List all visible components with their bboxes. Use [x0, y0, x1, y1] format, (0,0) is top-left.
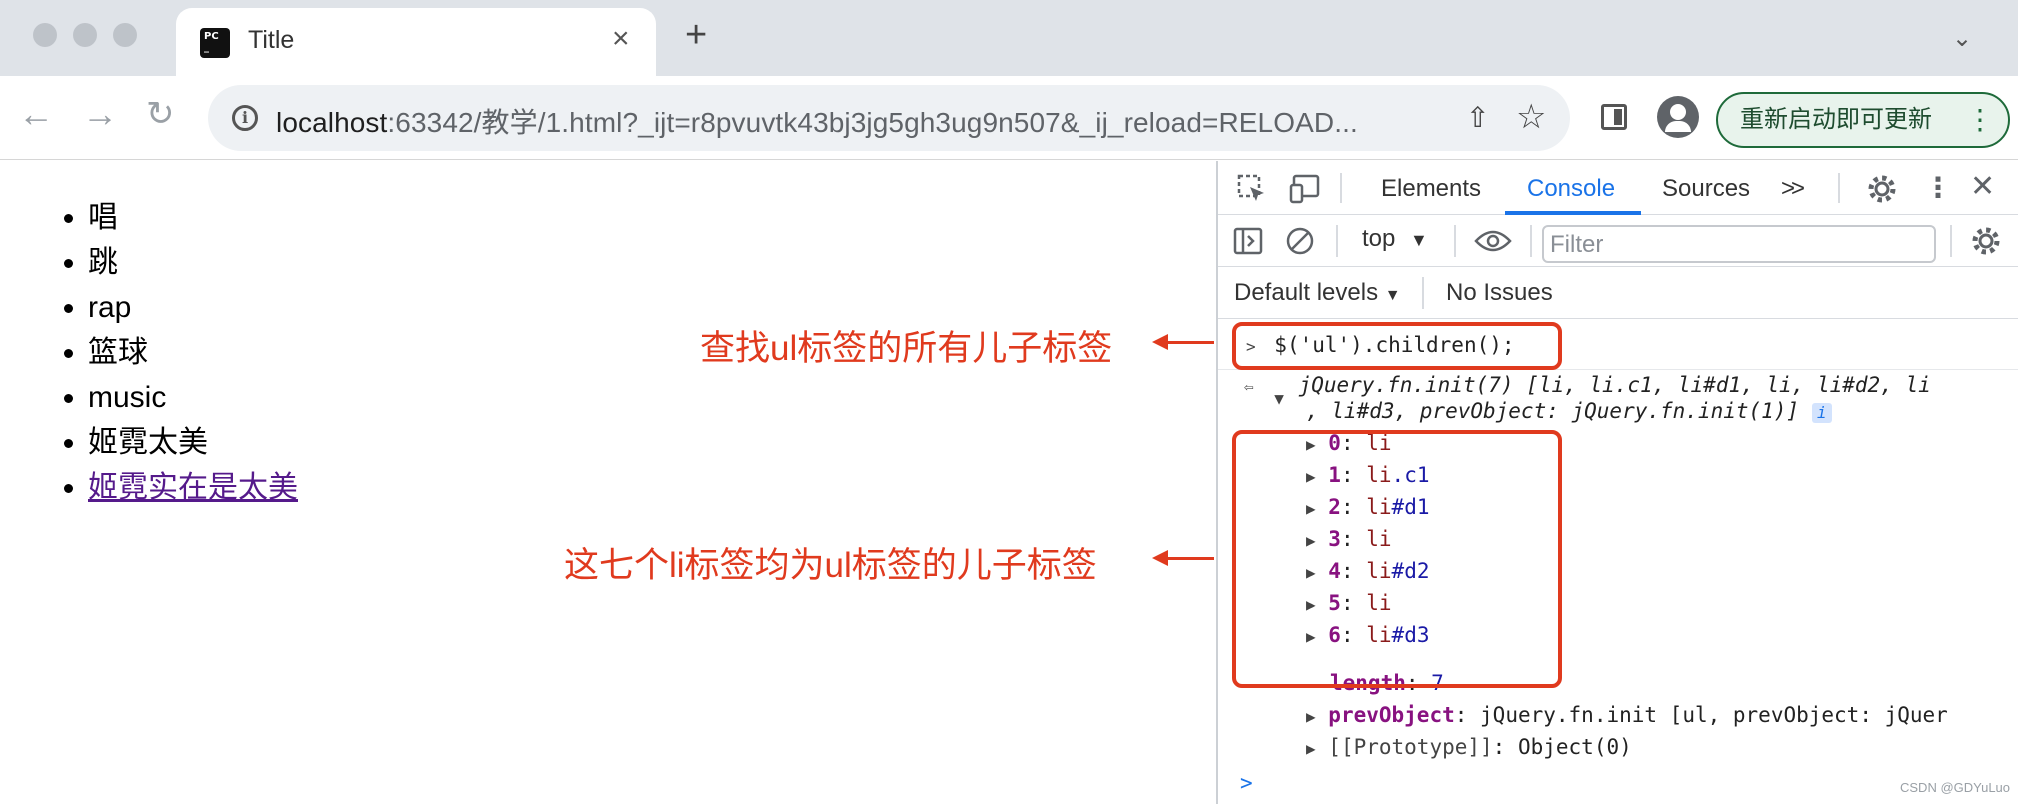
tab-console[interactable]: Console: [1527, 175, 1615, 203]
result-summary-items: li, li.c1, li#d1, li, li#d2, li: [1538, 373, 1931, 397]
list-item-text: 篮球: [88, 336, 148, 369]
more-menu-icon[interactable]: ⋮: [1966, 94, 1994, 146]
toolbar-divider: [1838, 173, 1840, 203]
pycharm-favicon-icon: PC _: [196, 24, 234, 62]
annotation-arrow-middle: [1152, 550, 1214, 566]
list-item-text: rap: [88, 291, 132, 324]
settings-gear-icon[interactable]: [1866, 173, 1898, 205]
inspect-element-icon[interactable]: [1236, 173, 1268, 205]
prototype-entry[interactable]: ▶ [[Prototype]]: Object(0): [1306, 731, 1632, 765]
return-value-icon: ⇦: [1244, 377, 1254, 396]
toolbar-divider: [1422, 277, 1424, 309]
watermark: CSDN @GDYuLuo: [1900, 780, 2011, 795]
entry-value: jQuery.fn.init [ul, prevObject: jQuer: [1480, 703, 1948, 727]
annotation-arrow-top: [1152, 334, 1214, 350]
list-item: 篮球: [88, 330, 298, 375]
url-text[interactable]: localhost:63342/教学/1.html?_ijt=r8pvuvtk4…: [276, 101, 1358, 141]
list-item: 姬霓实在是太美: [88, 465, 298, 510]
dropdown-arrow-icon: ▼: [1384, 287, 1401, 304]
info-badge-icon[interactable]: i: [1811, 403, 1832, 423]
tab-title: Title: [248, 26, 295, 54]
list-item: 唱: [88, 195, 298, 240]
back-arrow-icon[interactable]: ←: [18, 94, 54, 134]
side-panel-icon[interactable]: [1601, 104, 1627, 130]
close-devtools-icon[interactable]: ✕: [1970, 169, 1995, 204]
tab-elements[interactable]: Elements: [1381, 175, 1481, 203]
new-tab-button[interactable]: +: [685, 16, 707, 54]
result-summary-continuation: , li#d3, prevObject: jQuery.fn.init(1)]: [1306, 399, 1800, 423]
annotation-middle: 这七个li标签均为ul标签的儿子标签: [564, 546, 1097, 585]
tab-search-chevron-icon[interactable]: ⌄: [1952, 24, 1972, 53]
profile-avatar-icon[interactable]: [1657, 96, 1699, 138]
forward-arrow-icon[interactable]: →: [82, 94, 118, 134]
list-item: rap: [88, 285, 298, 330]
entry-key: prevObject: [1328, 703, 1455, 727]
console-levels-bar: Default levels ▼ No Issues: [1218, 267, 2018, 319]
console-prompt-icon[interactable]: >: [1240, 767, 1253, 799]
expand-triangle-down-icon[interactable]: ▼: [1266, 389, 1284, 408]
bookmark-star-icon[interactable]: ☆: [1516, 97, 1546, 137]
toolbar-divider: [1530, 225, 1532, 257]
toolbar-divider: [1340, 173, 1342, 203]
window-zoom-dot[interactable]: [113, 23, 137, 47]
list-item: 跳: [88, 240, 298, 285]
device-toolbar-icon[interactable]: [1288, 173, 1322, 205]
list-item-text: 跳: [88, 246, 118, 279]
annotation-top: 查找ul标签的所有儿子标签: [700, 329, 1113, 368]
page-list: 唱 跳 rap 篮球 music 姬霓太美 姬霓实在是太美: [88, 195, 298, 510]
issues-counter[interactable]: No Issues: [1446, 279, 1553, 307]
annotation-box-command: [1232, 322, 1562, 370]
log-levels-label: Default levels: [1234, 279, 1379, 306]
tab-close-icon[interactable]: ×: [612, 22, 630, 56]
dropdown-arrow-icon: ▼: [1410, 230, 1428, 250]
site-info-icon[interactable]: i: [232, 105, 258, 131]
list-item-link[interactable]: 姬霓实在是太美: [88, 471, 298, 504]
list-item: 姬霓太美: [88, 420, 298, 465]
live-expression-eye-icon[interactable]: [1474, 227, 1512, 255]
reload-icon[interactable]: ↻: [146, 94, 175, 134]
context-selector-value: top: [1362, 225, 1396, 252]
entry-value: Object(0): [1517, 735, 1632, 759]
browser-tab[interactable]: PC _ Title ×: [176, 8, 656, 76]
relaunch-update-label: 重新启动即可更新: [1740, 106, 1932, 133]
more-tabs-chevron-icon[interactable]: >>: [1781, 175, 1805, 203]
window-close-dot[interactable]: [33, 23, 57, 47]
console-filter-input[interactable]: Filter: [1542, 225, 1936, 263]
prevobject-entry[interactable]: ▶ prevObject: jQuery.fn.init [ul, prevOb…: [1306, 699, 1948, 733]
tab-sources[interactable]: Sources: [1662, 175, 1750, 203]
list-item-text: 姬霓太美: [88, 426, 208, 459]
devtools-more-icon[interactable]: ⋮: [1924, 171, 1952, 204]
url-path: :63342/教学/1.html?_ijt=r8pvuvtk43bj3jg5gh…: [387, 107, 1358, 138]
toolbar-divider: [1950, 225, 1952, 257]
annotation-box-entries: [1232, 430, 1562, 688]
log-levels-dropdown[interactable]: Default levels ▼: [1234, 279, 1401, 307]
list-item-text: music: [88, 381, 167, 414]
list-item: music: [88, 375, 298, 420]
window-minimize-dot[interactable]: [73, 23, 97, 47]
relaunch-update-button[interactable]: 重新启动即可更新 ⋮: [1716, 92, 2010, 148]
toolbar-divider: [1454, 225, 1456, 257]
console-settings-gear-icon[interactable]: [1970, 225, 2002, 257]
screenshot-root: PC _ Title × + ⌄ ← → ↻ i localhost:63342/…: [0, 0, 2018, 804]
web-page: 唱 跳 rap 篮球 music 姬霓太美 姬霓实在是太美: [0, 161, 1216, 804]
devtools-tab-bar: Elements Console Sources >> ⋮ ✕: [1218, 161, 2018, 215]
expand-triangle-icon[interactable]: ▶: [1306, 739, 1316, 758]
toolbar-divider: [1336, 225, 1338, 257]
context-selector[interactable]: top ▼: [1362, 225, 1428, 253]
address-bar[interactable]: i localhost:63342/教学/1.html?_ijt=r8pvuvt…: [208, 85, 1570, 151]
sidebar-toggle-icon[interactable]: [1232, 225, 1264, 257]
share-icon[interactable]: ⇧: [1466, 101, 1489, 134]
console-result-line-2: , li#d3, prevObject: jQuery.fn.init(1)] …: [1306, 395, 1832, 427]
url-host: localhost: [276, 107, 388, 138]
tab-strip: PC _ Title × + ⌄: [0, 0, 2018, 76]
list-item-text: 唱: [88, 201, 118, 234]
result-summary-prefix: jQuery.fn.init(7) [: [1298, 373, 1539, 397]
entry-key: [[Prototype]]: [1328, 735, 1493, 759]
console-toolbar: top ▼ Filter: [1218, 215, 2018, 267]
expand-triangle-icon[interactable]: ▶: [1306, 707, 1316, 726]
clear-console-icon[interactable]: [1284, 225, 1316, 257]
